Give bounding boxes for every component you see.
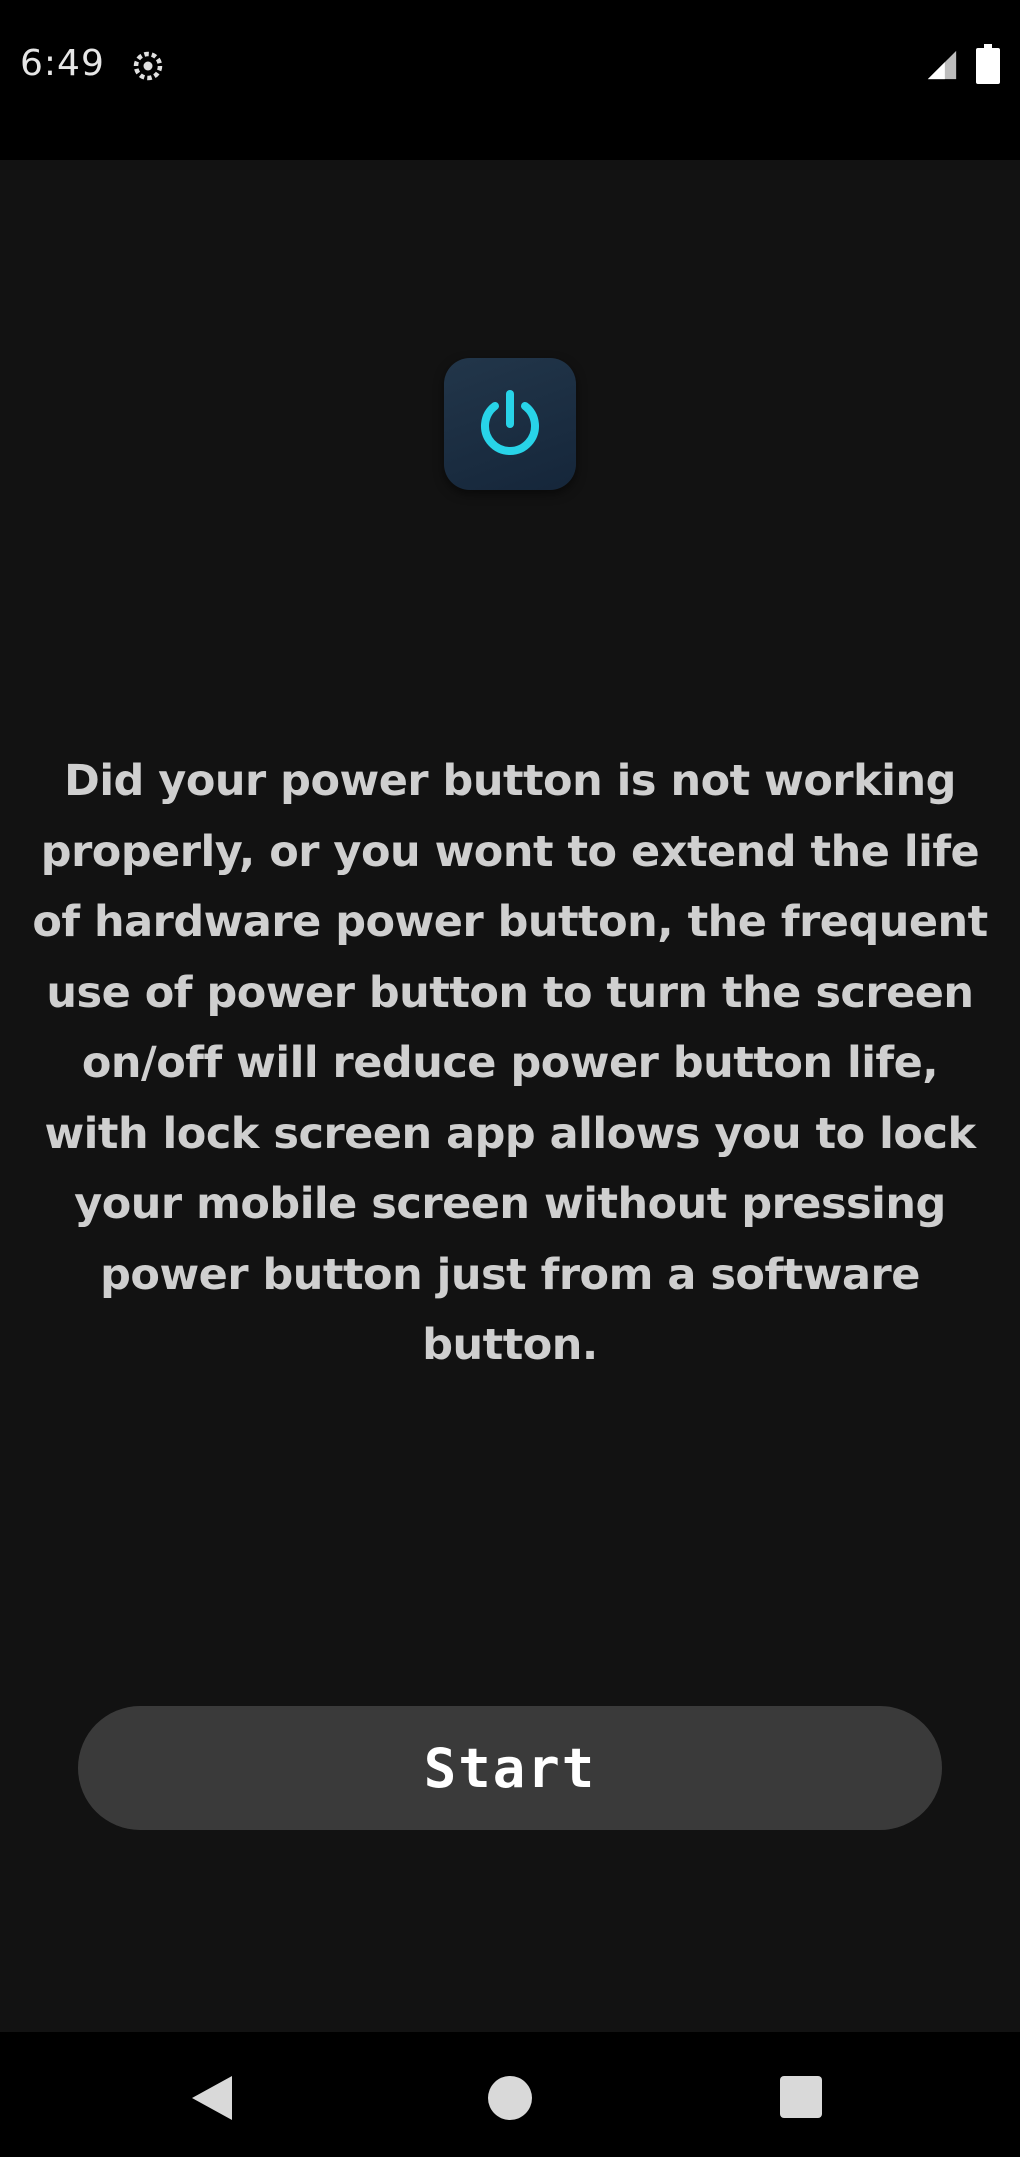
power-symbol [481, 390, 539, 455]
recents-icon[interactable] [780, 2076, 822, 2118]
start-button[interactable]: Start [78, 1706, 942, 1830]
app-description: Did your power button is not working pro… [32, 756, 988, 1370]
status-bar: 6:49 [0, 0, 1020, 160]
gear-icon [133, 51, 163, 81]
signal-icon [927, 50, 957, 80]
power-icon [444, 358, 576, 490]
status-time: 6:49 [20, 43, 105, 84]
start-button-label: Start [423, 1736, 597, 1800]
back-icon[interactable] [192, 2076, 232, 2120]
home-icon[interactable] [488, 2076, 532, 2120]
battery-icon [976, 44, 1000, 84]
